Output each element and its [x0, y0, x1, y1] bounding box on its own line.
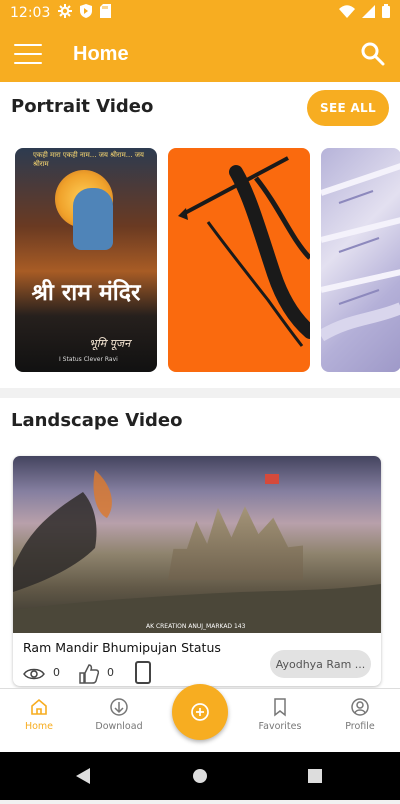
view-count: 0 [53, 666, 60, 679]
wifi-icon [339, 4, 355, 22]
portrait-video-credit: I Status Clever Ravi [59, 356, 118, 363]
cellular-icon [362, 4, 375, 22]
settings-icon [58, 4, 73, 22]
recent-apps-button[interactable] [308, 769, 322, 783]
add-circle-icon [191, 703, 209, 721]
eye-icon [23, 666, 45, 686]
nav-favorites[interactable]: Favorites [241, 697, 319, 732]
hamburger-menu-icon[interactable] [14, 44, 42, 64]
video-watermark: AK CREATION ANUJ_MARKAD 143 [146, 623, 246, 630]
whatsapp-share-icon[interactable] [135, 661, 151, 684]
nav-favorites-label: Favorites [258, 721, 302, 732]
search-icon[interactable] [360, 41, 386, 67]
see-all-button[interactable]: SEE ALL [307, 90, 389, 126]
profile-icon [351, 698, 369, 716]
nav-download-label: Download [95, 721, 143, 732]
nav-home-label: Home [24, 721, 54, 732]
portrait-video-card-ram-mandir[interactable]: एकही मारा एकही नाम... जय श्रीराम... जय श… [15, 148, 157, 372]
portrait-video-card-temple-carving[interactable] [321, 148, 400, 372]
landscape-video-thumbnail[interactable]: AK CREATION ANUJ_MARKAD 143 [13, 456, 381, 633]
portrait-video-subtitle: भूमि पूजन [89, 337, 131, 350]
status-time: 12:03 [10, 5, 51, 21]
sd-card-icon [100, 4, 112, 22]
portrait-video-title: श्री राम मंदिर [31, 280, 141, 306]
nav-download[interactable]: Download [80, 697, 158, 732]
page-title: Home [73, 42, 129, 65]
add-video-button[interactable] [172, 684, 228, 740]
back-button[interactable] [76, 768, 90, 784]
landscape-video-title: Ram Mandir Bhumipujan Status [23, 640, 221, 655]
battery-icon [382, 4, 390, 22]
landscape-video-section: Landscape Video AK CREATION ANUJ_MARKAD … [0, 398, 400, 688]
nav-profile-label: Profile [345, 721, 375, 732]
home-icon [31, 698, 47, 715]
landscape-video-card[interactable]: AK CREATION ANUJ_MARKAD 143 Ram Mandir B… [13, 456, 381, 686]
app-bar: Home [0, 26, 400, 82]
portrait-top-text: एकही मारा एकही नाम... जय श्रीराम... जय श… [33, 151, 144, 168]
system-navigation-bar [0, 752, 400, 800]
like-icon[interactable] [77, 663, 100, 686]
portrait-section-title: Portrait Video [11, 96, 154, 117]
nav-home[interactable]: Home [0, 697, 78, 732]
temple-carving-illustration [321, 163, 400, 342]
bookmark-icon [274, 698, 286, 717]
status-right-group [339, 4, 390, 22]
portrait-video-card-bow-arrow[interactable] [168, 148, 310, 372]
category-chip[interactable]: Ayodhya Ram ... [270, 650, 371, 678]
lord-ram-illustration [73, 188, 113, 250]
nav-profile[interactable]: Profile [321, 697, 399, 732]
status-left-group: 12:03 [10, 4, 112, 22]
flag-illustration [265, 474, 279, 484]
bow-arrow-illustration [178, 156, 310, 347]
portrait-video-section: Portrait Video SEE ALL एकही मारा एकही ना… [0, 82, 400, 388]
like-count: 0 [107, 666, 114, 679]
status-bar: 12:03 [0, 0, 400, 26]
landscape-section-title: Landscape Video [11, 410, 183, 431]
download-icon [110, 698, 128, 716]
play-protect-icon [80, 4, 93, 22]
home-button[interactable] [193, 769, 207, 783]
